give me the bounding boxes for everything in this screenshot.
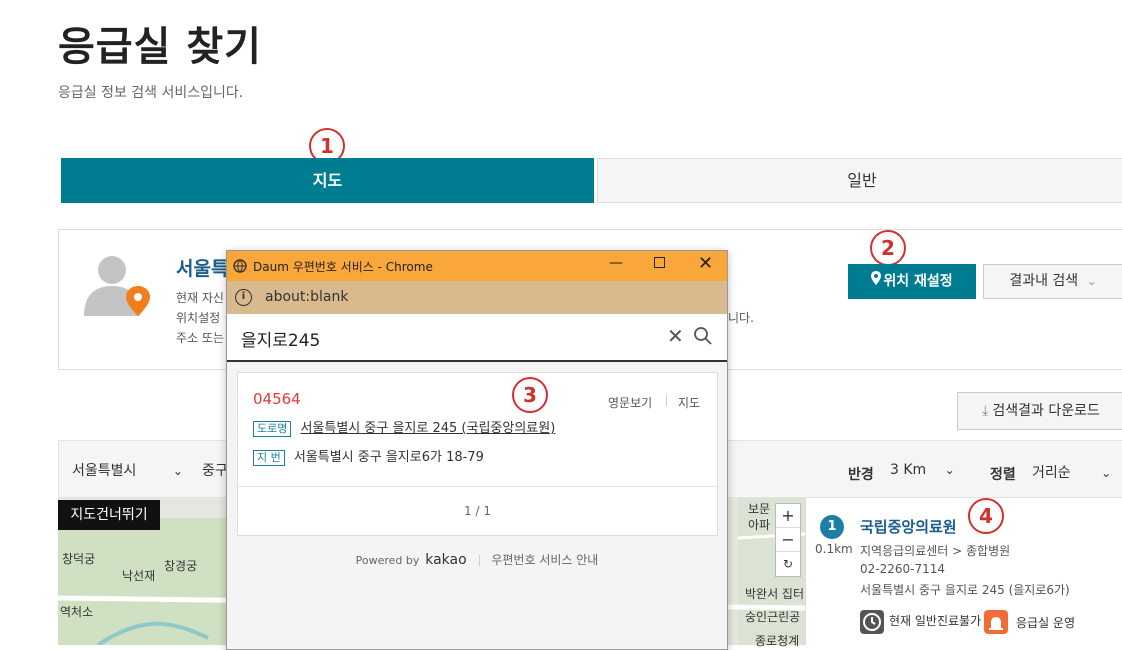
- map-pin-icon: [871, 264, 882, 299]
- maximize-button[interactable]: [654, 257, 665, 268]
- postcode-search-bar: ✕: [227, 314, 727, 362]
- english-view-link[interactable]: 영문보기: [608, 394, 652, 411]
- link-divider: [666, 395, 667, 406]
- download-results-label: 검색결과 다운로드: [992, 403, 1100, 419]
- result-status-general: 현재 일반진료불가: [889, 614, 982, 628]
- clear-search-button[interactable]: ✕: [667, 324, 684, 348]
- map-link[interactable]: 지도: [678, 394, 700, 411]
- map-label-changdeokgung: 창덕궁: [62, 552, 96, 566]
- sort-label: 정렬: [990, 467, 1016, 483]
- result-category: 지역응급의료센터 > 종합병원: [860, 544, 1011, 558]
- popup-window-title: Daum 우편번호 서비스 - Chrome: [253, 260, 433, 274]
- map-label-sungin-park: 숭인근린공: [745, 610, 801, 624]
- radius-select[interactable]: 3 Km ⌄: [890, 462, 955, 478]
- postcode-popup-window: Daum 우편번호 서비스 - Chrome — ✕ i about:blank…: [226, 250, 728, 650]
- location-desc-2: 위치설정: [176, 311, 221, 325]
- map-label-bomun: 보문: [748, 502, 771, 516]
- chevron-down-icon: ⌄: [1086, 274, 1097, 288]
- result-hospital-link[interactable]: 국립중앙의료원: [860, 516, 957, 537]
- popup-footer: Powered by kakao 우편번호 서비스 안내: [227, 551, 727, 568]
- result-distance: 0.1km: [815, 542, 853, 556]
- reset-location-button[interactable]: 위치 재설정: [848, 264, 976, 299]
- location-desc-1: 현재 자신: [176, 291, 224, 305]
- info-icon: i: [235, 289, 252, 306]
- location-desc-3: 주소 또는: [176, 331, 224, 345]
- popup-url-text: about:blank: [265, 289, 349, 305]
- sort-select-value: 거리순: [1032, 465, 1071, 481]
- chevron-down-icon: ⌄: [944, 463, 955, 477]
- map-reset-button[interactable]: ↻: [776, 552, 800, 576]
- siren-icon: [984, 610, 1008, 634]
- map-label-changgyeonggung: 창경궁: [164, 559, 198, 573]
- jibun-address-row: 지 번 서울특별시 중구 을지로6가 18-79: [253, 446, 484, 466]
- jibun-address-tag: 지 번: [253, 450, 285, 466]
- district-select[interactable]: 중구: [202, 460, 228, 480]
- region-select[interactable]: 서울특별시 ⌄: [72, 460, 183, 480]
- search-within-label: 결과내 검색: [1009, 273, 1079, 289]
- kakao-logo: kakao: [425, 552, 467, 568]
- minimize-button[interactable]: —: [609, 255, 623, 271]
- chevron-down-icon: ⌄: [1101, 466, 1112, 480]
- popup-address-bar[interactable]: i about:blank: [227, 281, 727, 314]
- road-address-link[interactable]: 서울특별시 중구 을지로 245 (국립중앙의료원): [300, 421, 555, 436]
- map-label-apa: 아파: [748, 518, 771, 532]
- postcode-search-input[interactable]: [241, 324, 651, 352]
- result-address: 서울특별시 중구 을지로 245 (을지로6가): [860, 583, 1070, 597]
- download-results-button[interactable]: ⤓ 검색결과 다운로드: [957, 392, 1122, 430]
- clock-icon: [860, 610, 884, 634]
- download-icon: ⤓: [982, 403, 989, 419]
- zoom-out-button[interactable]: −: [776, 528, 800, 552]
- close-window-button[interactable]: ✕: [698, 253, 713, 274]
- location-desc-2-tail: 니다.: [728, 311, 754, 325]
- popup-title-bar[interactable]: Daum 우편번호 서비스 - Chrome — ✕: [227, 251, 727, 281]
- search-icon[interactable]: [693, 326, 713, 350]
- road-address-tag: 도로명: [253, 421, 292, 437]
- step-marker-3: 3: [512, 377, 548, 413]
- result-status-er: 응급실 운영: [1016, 616, 1076, 630]
- location-title: 서울특: [176, 258, 229, 280]
- zipcode-value[interactable]: 04564: [253, 390, 301, 408]
- zoom-in-button[interactable]: +: [776, 504, 800, 528]
- search-within-button[interactable]: 결과내 검색 ⌄: [983, 264, 1122, 299]
- reset-location-label: 위치 재설정: [883, 273, 953, 290]
- result-divider: [238, 486, 717, 487]
- jibun-address-text[interactable]: 서울특별시 중구 을지로6가 18-79: [294, 450, 484, 465]
- radius-select-value: 3 Km: [890, 462, 927, 478]
- region-select-value: 서울특별시: [72, 463, 137, 479]
- page-title: 응급실 찾기: [58, 24, 262, 70]
- skip-map-button[interactable]: 지도건너뛰기: [58, 500, 160, 530]
- page-subtitle: 응급실 정보 검색 서비스입니다.: [58, 85, 244, 101]
- user-avatar-icon: [80, 250, 150, 320]
- powered-by-label: Powered by: [355, 554, 420, 567]
- map-label-yeokcheoso: 역처소: [60, 605, 94, 619]
- tab-map[interactable]: 지도: [61, 158, 594, 203]
- result-rank-badge: 1: [820, 515, 844, 539]
- tab-general[interactable]: 일반: [597, 158, 1122, 203]
- footer-divider: [478, 555, 480, 566]
- pagination: 1 / 1: [464, 504, 491, 518]
- road-address-row: 도로명 서울특별시 중구 을지로 245 (국립중앙의료원): [253, 417, 555, 437]
- map-zoom-control: + − ↻: [775, 503, 801, 577]
- postcode-guide-link[interactable]: 우편번호 서비스 안내: [491, 553, 598, 567]
- chevron-down-icon: ⌄: [172, 464, 183, 478]
- step-marker-4: 4: [968, 498, 1004, 534]
- result-phone: 02-2260-7114: [860, 562, 946, 576]
- map-label-parkwanseo: 박완서 집터: [745, 587, 805, 601]
- map-label-jongno-cheonggye: 종로청계: [755, 634, 800, 648]
- map-label-nakseonjae: 낙선재: [122, 569, 156, 583]
- postcode-result-item[interactable]: 04564 영문보기 지도 도로명 서울특별시 중구 을지로 245 (국립중앙…: [237, 372, 718, 536]
- step-marker-2: 2: [870, 230, 906, 266]
- globe-icon: [233, 258, 247, 277]
- sort-select[interactable]: 거리순 ⌄: [1032, 462, 1111, 482]
- radius-label: 반경: [848, 467, 874, 483]
